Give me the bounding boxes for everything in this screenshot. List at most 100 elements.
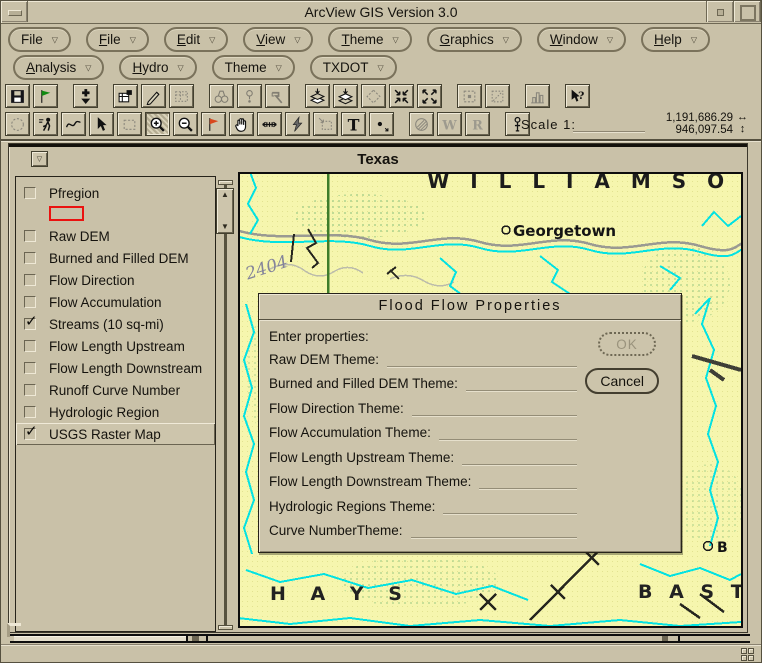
view-window-titlebar[interactable]: ▽ Texas [9, 147, 747, 172]
theme-checkbox[interactable] [24, 252, 36, 264]
toc-item-hydrologic-region[interactable]: Hydrologic Region [16, 401, 215, 423]
theme-checkbox[interactable]: ✓ [24, 318, 36, 330]
toc-item-runoff-curve-number[interactable]: Runoff Curve Number [16, 379, 215, 401]
toc-item-flow-length-downstream[interactable]: Flow Length Downstream [16, 357, 215, 379]
field-input-line[interactable] [387, 352, 577, 367]
pointer-button[interactable] [89, 112, 114, 136]
theme-checkbox[interactable] [24, 274, 36, 286]
zoom-in-fixed-icon [393, 88, 410, 105]
zoom-out-fixed-button[interactable] [417, 84, 442, 108]
window-corner-grip[interactable] [7, 623, 21, 637]
theme-checkbox[interactable] [24, 296, 36, 308]
menu-file[interactable]: File▽ [86, 27, 149, 52]
menu-theme[interactable]: Theme▽ [212, 55, 295, 80]
theme-checkbox[interactable] [24, 384, 36, 396]
toc-item-pfregion[interactable]: Pfregion [16, 182, 215, 204]
menu-dropdown-icon: ▽ [209, 36, 215, 45]
point-tool-button[interactable] [369, 112, 394, 136]
theme-checkbox[interactable]: ✓ [24, 428, 36, 440]
histogram-button[interactable] [525, 84, 550, 108]
flag-green-button[interactable] [33, 84, 58, 108]
flag-red-button[interactable] [201, 112, 226, 136]
scroll-down-icon[interactable]: ▼ [221, 223, 229, 231]
menu-window[interactable]: Window▽ [537, 27, 626, 52]
menu-file[interactable]: File▽ [8, 27, 71, 52]
svg-text:?: ? [578, 89, 584, 102]
feature-info-button[interactable] [33, 112, 58, 136]
zoom-in-magnifier-button[interactable] [145, 112, 170, 136]
resize-grip-icon[interactable] [741, 648, 755, 662]
toc-item-flow-direction[interactable]: Flow Direction [16, 269, 215, 291]
zoom-out-magnifier-button[interactable] [173, 112, 198, 136]
menu-graphics[interactable]: Graphics▽ [427, 27, 522, 52]
field-input-line[interactable] [439, 425, 577, 440]
toc-item-raw-dem[interactable]: Raw DEM [16, 225, 215, 247]
menu-help[interactable]: Help▽ [641, 27, 710, 52]
zoom-full-extent-button[interactable] [305, 84, 330, 108]
menu-hydro[interactable]: Hydro▽ [119, 55, 196, 80]
minimize-button[interactable] [706, 1, 734, 22]
attribute-table-button[interactable] [169, 84, 194, 108]
toc-scrollbar-bottom-anchor[interactable] [218, 625, 233, 630]
letter-r-button[interactable]: R [465, 112, 490, 136]
field-input-line[interactable] [411, 523, 577, 538]
field-input-line[interactable] [462, 450, 577, 465]
drag-rect-button[interactable] [313, 112, 338, 136]
app-titlebar[interactable]: ArcView GIS Version 3.0 [1, 1, 761, 24]
zoom-in-fixed-button[interactable] [389, 84, 414, 108]
letter-w-button[interactable]: W [437, 112, 462, 136]
find-binoculars-button[interactable] [209, 84, 234, 108]
toc-scrollbar-cable[interactable] [224, 180, 227, 630]
dialog-titlebar[interactable]: Flood Flow Properties [259, 294, 681, 320]
cancel-button[interactable]: Cancel [585, 368, 659, 394]
help-pointer-button[interactable]: ? [565, 84, 590, 108]
horizontal-scrollbar[interactable] [10, 634, 750, 643]
draw-line-button[interactable] [61, 112, 86, 136]
zoom-selected-button[interactable] [361, 84, 386, 108]
legend-editor-button[interactable] [141, 84, 166, 108]
select-box-button[interactable] [117, 112, 142, 136]
menu-theme[interactable]: Theme▽ [328, 27, 411, 52]
field-label: Flow Accumulation Theme: [269, 423, 431, 443]
field-input-line[interactable] [443, 499, 577, 514]
query-builder-button[interactable] [237, 84, 262, 108]
menu-edit[interactable]: Edit▽ [164, 27, 228, 52]
zoom-active-theme-button[interactable] [333, 84, 358, 108]
clear-selection-button[interactable] [485, 84, 510, 108]
toc-item-usgs-raster-map[interactable]: ✓USGS Raster Map [16, 423, 215, 445]
toc-scrollbar-top-anchor[interactable] [218, 180, 233, 185]
theme-checkbox[interactable] [24, 340, 36, 352]
field-input-line[interactable] [466, 376, 577, 391]
table-of-contents: PfregionRaw DEMBurned and Filled DEMFlow… [15, 176, 216, 632]
pan-hand-button[interactable] [229, 112, 254, 136]
toc-item-flow-length-upstream[interactable]: Flow Length Upstream [16, 335, 215, 357]
menu-txdot[interactable]: TXDOT▽ [310, 55, 397, 80]
toc-scrollbar-elevator[interactable]: ▲ ▼ [216, 188, 234, 234]
hotlink-lightning-button[interactable] [285, 112, 310, 136]
hscroll-thumb[interactable] [14, 636, 188, 641]
ok-button[interactable]: OK [598, 332, 656, 356]
theme-checkbox[interactable] [24, 362, 36, 374]
theme-checkbox[interactable] [24, 406, 36, 418]
theme-label: Flow Accumulation [49, 295, 162, 310]
add-theme-button[interactable] [73, 84, 98, 108]
measure-button[interactable] [257, 112, 282, 136]
text-tool-button[interactable]: T [341, 112, 366, 136]
theme-checkbox[interactable] [24, 187, 36, 199]
hammer-tool-button[interactable] [265, 84, 290, 108]
theme-checkbox[interactable] [24, 230, 36, 242]
identify-button[interactable] [5, 112, 30, 136]
scroll-up-icon[interactable]: ▲ [221, 191, 229, 199]
field-input-line[interactable] [479, 474, 577, 489]
maximize-button[interactable] [733, 1, 761, 22]
toc-item-burned-and-filled-dem[interactable]: Burned and Filled DEM [16, 247, 215, 269]
field-input-line[interactable] [412, 401, 577, 416]
menu-view[interactable]: View▽ [243, 27, 313, 52]
toc-item-flow-accumulation[interactable]: Flow Accumulation [16, 291, 215, 313]
menu-analysis[interactable]: Analysis▽ [13, 55, 104, 80]
toc-item-streams-10-sq-mi-[interactable]: ✓Streams (10 sq-mi) [16, 313, 215, 335]
save-button[interactable] [5, 84, 30, 108]
select-features-button[interactable] [457, 84, 482, 108]
theme-properties-button[interactable] [113, 84, 138, 108]
hatch-circle-button[interactable] [409, 112, 434, 136]
